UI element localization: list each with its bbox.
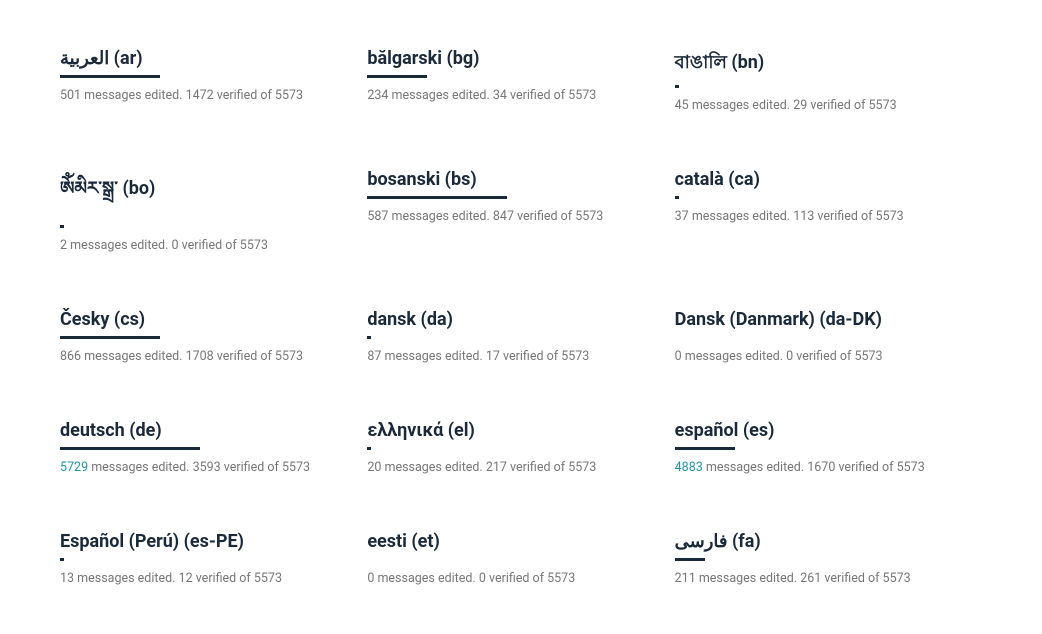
verified-count-da: 17 bbox=[486, 349, 500, 364]
edited-count-bo: 2 bbox=[60, 238, 67, 253]
edited-count-da: 87 bbox=[367, 349, 381, 364]
edited-count-ca: 37 bbox=[675, 209, 689, 224]
lang-stats-da-DK: 0 messages edited. 0 verified of 5573 bbox=[675, 349, 958, 364]
lang-underline-cs bbox=[60, 336, 160, 339]
lang-card-de[interactable]: deutsch (de) 5729 messages edited. 3593 v… bbox=[60, 392, 367, 503]
lang-underline-de bbox=[60, 447, 200, 450]
lang-card-da[interactable]: dansk (da) 87 messages edited. 17 verifie… bbox=[367, 281, 674, 392]
lang-card-ar[interactable]: العربية (ar) 501 messages edited. 1472 ve… bbox=[60, 20, 367, 141]
lang-stats-da: 87 messages edited. 17 verified of 5573 bbox=[367, 349, 650, 364]
verified-count-cs: 1708 bbox=[186, 349, 214, 364]
lang-card-bn[interactable]: বাঙালি (bn) 45 messages edited. 29 verifi… bbox=[675, 20, 982, 141]
lang-title-ar: العربية (ar) bbox=[60, 48, 343, 69]
edited-count-fa: 211 bbox=[675, 571, 696, 586]
lang-stats-et: 0 messages edited. 0 verified of 5573 bbox=[367, 571, 650, 586]
lang-title-bo: ༀམིར་སྒྲ་ (bo) bbox=[60, 169, 343, 219]
lang-underline-bg bbox=[367, 75, 427, 78]
edited-count-es: 4883 bbox=[675, 460, 703, 475]
lang-title-es: español (es) bbox=[675, 420, 958, 441]
verified-count-de: 3593 bbox=[193, 460, 221, 475]
lang-title-de: deutsch (de) bbox=[60, 420, 343, 441]
edited-count-de: 5729 bbox=[60, 460, 88, 475]
lang-stats-es: 4883 messages edited. 1670 verified of 5… bbox=[675, 460, 958, 475]
language-grid: العربية (ar) 501 messages edited. 1472 ve… bbox=[60, 20, 982, 614]
lang-stats-bs: 587 messages edited. 847 verified of 557… bbox=[367, 209, 650, 224]
lang-title-da-DK: Dansk (Danmark) (da-DK) bbox=[675, 309, 958, 330]
lang-underline-da bbox=[367, 336, 371, 339]
edited-count-cs: 866 bbox=[60, 349, 81, 364]
lang-underline-bn bbox=[675, 85, 679, 88]
verified-count-es-PE: 12 bbox=[179, 571, 193, 586]
lang-title-cs: Česky (cs) bbox=[60, 309, 343, 330]
lang-stats-es-PE: 13 messages edited. 12 verified of 5573 bbox=[60, 571, 343, 586]
lang-card-el[interactable]: ελληνικά (el) 20 messages edited. 217 ver… bbox=[367, 392, 674, 503]
verified-count-bs: 847 bbox=[493, 209, 514, 224]
lang-underline-ca bbox=[675, 196, 679, 199]
verified-count-fa: 261 bbox=[800, 571, 821, 586]
lang-card-bs[interactable]: bosanski (bs) 587 messages edited. 847 ve… bbox=[367, 141, 674, 281]
edited-count-da-DK: 0 bbox=[675, 349, 682, 364]
lang-card-ca[interactable]: català (ca) 37 messages edited. 113 verif… bbox=[675, 141, 982, 281]
lang-stats-cs: 866 messages edited. 1708 verified of 55… bbox=[60, 349, 343, 364]
verified-count-bo: 0 bbox=[172, 238, 179, 253]
lang-card-cs[interactable]: Česky (cs) 866 messages edited. 1708 veri… bbox=[60, 281, 367, 392]
lang-stats-de: 5729 messages edited. 3593 verified of 5… bbox=[60, 460, 343, 475]
lang-card-es[interactable]: español (es) 4883 messages edited. 1670 v… bbox=[675, 392, 982, 503]
lang-stats-ar: 501 messages edited. 1472 verified of 55… bbox=[60, 88, 343, 103]
edited-count-es-PE: 13 bbox=[60, 571, 74, 586]
verified-count-ar: 1472 bbox=[186, 88, 214, 103]
verified-count-ca: 113 bbox=[793, 209, 814, 224]
lang-title-fa: فارسی (fa) bbox=[675, 531, 958, 552]
verified-count-es: 1670 bbox=[807, 460, 835, 475]
lang-underline-es bbox=[675, 447, 735, 450]
lang-underline-bs bbox=[367, 196, 507, 199]
lang-card-bo[interactable]: ༀམིར་སྒྲ་ (bo) 2 messages edited. 0 verif… bbox=[60, 141, 367, 281]
lang-stats-bg: 234 messages edited. 34 verified of 5573 bbox=[367, 88, 650, 103]
verified-count-el: 217 bbox=[486, 460, 507, 475]
verified-count-et: 0 bbox=[479, 571, 486, 586]
lang-card-es-PE[interactable]: Español (Perú) (es-PE) 13 messages edited… bbox=[60, 503, 367, 614]
edited-count-bn: 45 bbox=[675, 98, 689, 113]
verified-count-bg: 34 bbox=[493, 88, 507, 103]
lang-underline-es-PE bbox=[60, 558, 64, 561]
lang-card-et[interactable]: eesti (et) 0 messages edited. 0 verified … bbox=[367, 503, 674, 614]
lang-stats-fa: 211 messages edited. 261 verified of 557… bbox=[675, 571, 958, 586]
verified-count-bn: 29 bbox=[793, 98, 807, 113]
lang-card-bg[interactable]: bălgarski (bg) 234 messages edited. 34 ve… bbox=[367, 20, 674, 141]
edited-count-el: 20 bbox=[367, 460, 381, 475]
lang-title-bs: bosanski (bs) bbox=[367, 169, 650, 190]
lang-stats-ca: 37 messages edited. 113 verified of 5573 bbox=[675, 209, 958, 224]
edited-count-bs: 587 bbox=[367, 209, 388, 224]
lang-card-da-DK[interactable]: Dansk (Danmark) (da-DK) 0 messages edited… bbox=[675, 281, 982, 392]
lang-underline-fa bbox=[675, 558, 705, 561]
lang-title-bg: bălgarski (bg) bbox=[367, 48, 650, 69]
edited-count-ar: 501 bbox=[60, 88, 81, 103]
lang-title-bn: বাঙালি (bn) bbox=[675, 48, 958, 79]
lang-title-el: ελληνικά (el) bbox=[367, 420, 650, 441]
lang-title-ca: català (ca) bbox=[675, 169, 958, 190]
lang-card-fa[interactable]: فارسی (fa) 211 messages edited. 261 verif… bbox=[675, 503, 982, 614]
lang-underline-ar bbox=[60, 75, 160, 78]
lang-underline-el bbox=[367, 447, 371, 450]
lang-title-da: dansk (da) bbox=[367, 309, 650, 330]
edited-count-bg: 234 bbox=[367, 88, 388, 103]
lang-stats-bo: 2 messages edited. 0 verified of 5573 bbox=[60, 238, 343, 253]
lang-stats-bn: 45 messages edited. 29 verified of 5573 bbox=[675, 98, 958, 113]
lang-stats-el: 20 messages edited. 217 verified of 5573 bbox=[367, 460, 650, 475]
lang-title-et: eesti (et) bbox=[367, 531, 650, 552]
lang-underline-bo bbox=[60, 225, 64, 228]
lang-title-es-PE: Español (Perú) (es-PE) bbox=[60, 531, 343, 552]
